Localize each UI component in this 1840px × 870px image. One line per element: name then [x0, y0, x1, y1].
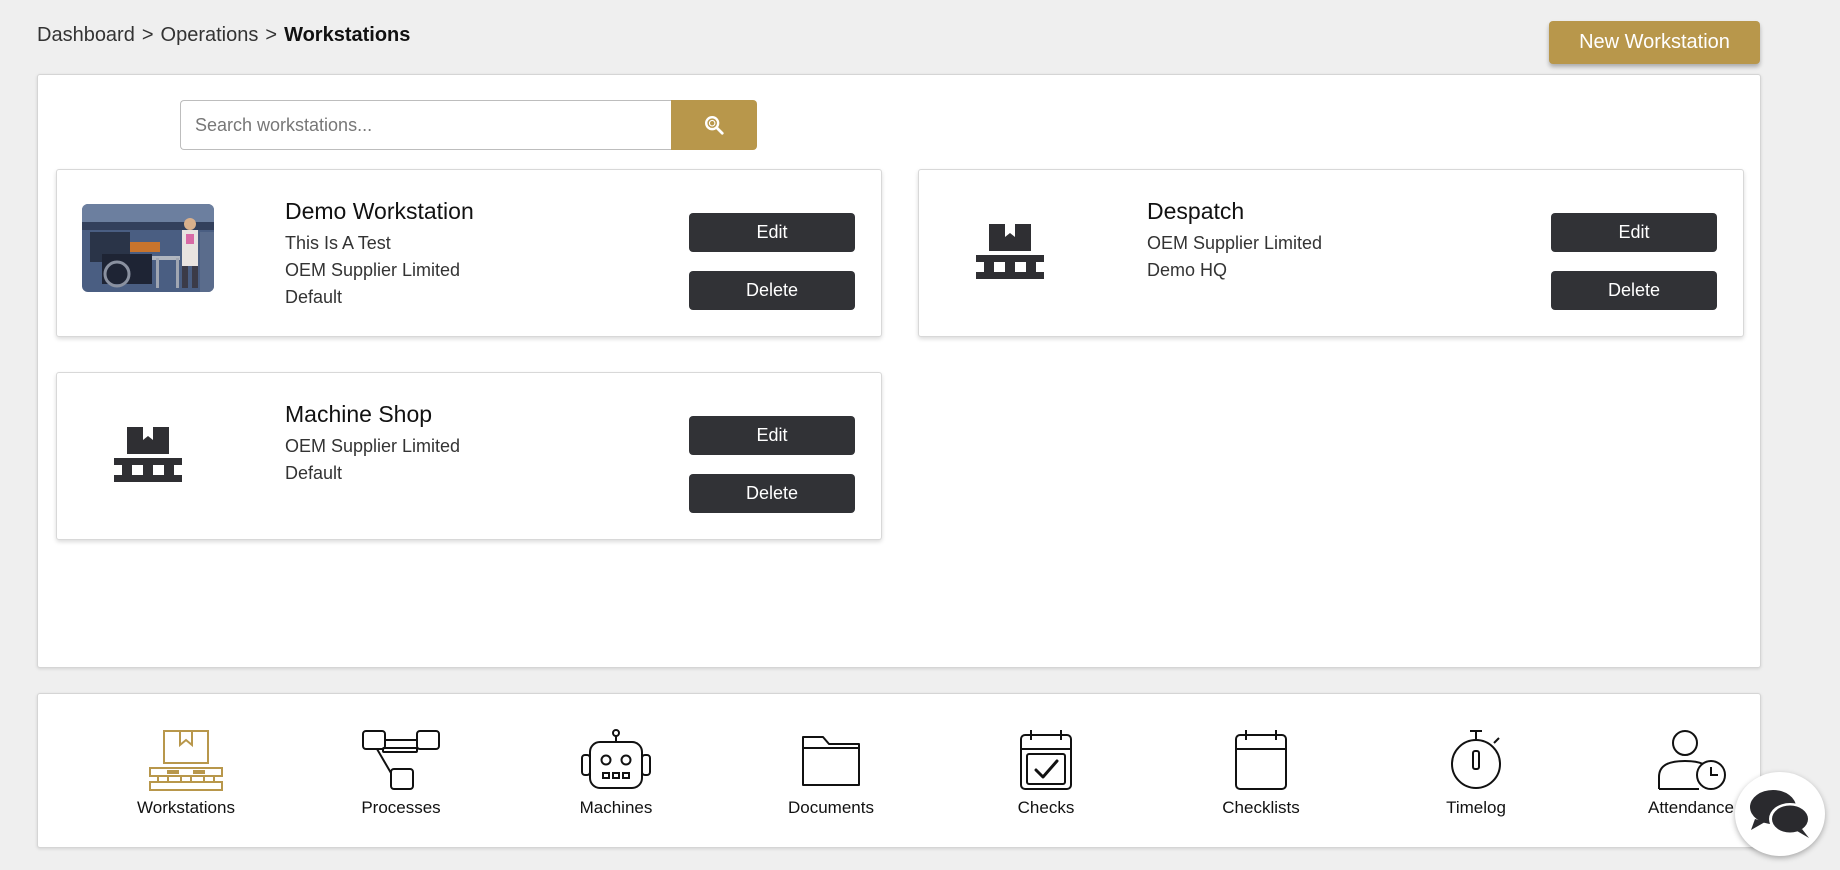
- nav-item-processes[interactable]: Processes: [321, 729, 481, 818]
- robot-icon: [581, 729, 651, 789]
- edit-button[interactable]: Edit: [689, 213, 855, 252]
- nav-item-workstations[interactable]: Workstations: [106, 729, 266, 818]
- search-input[interactable]: [180, 100, 673, 150]
- nav-label: Checklists: [1222, 798, 1300, 817]
- delete-button[interactable]: Delete: [1551, 271, 1717, 310]
- nav-item-checks[interactable]: Checks: [966, 729, 1126, 818]
- new-workstation-button[interactable]: New Workstation: [1549, 21, 1760, 64]
- nav-item-machines[interactable]: Machines: [536, 729, 696, 818]
- workstations-panel: Demo Workstation This Is A Test OEM Supp…: [37, 74, 1761, 668]
- search-icon: [705, 116, 724, 135]
- workstation-card-machine-shop: Machine Shop OEM Supplier Limited Defaul…: [56, 372, 882, 540]
- workstation-title: Despatch: [1147, 198, 1245, 224]
- breadcrumb-dashboard[interactable]: Dashboard: [37, 24, 135, 46]
- breadcrumb-separator: >: [265, 24, 278, 46]
- workstation-photo: [82, 204, 214, 292]
- workstation-thumbnail: [82, 204, 214, 292]
- nav-label: Documents: [788, 798, 874, 817]
- workstation-card-despatch: Despatch OEM Supplier Limited Demo HQ Ed…: [918, 169, 1744, 337]
- stopwatch-icon: [1451, 730, 1501, 789]
- workstation-description: This Is A Test: [285, 233, 391, 253]
- nav-item-documents[interactable]: Documents: [751, 729, 911, 818]
- processes-icon: [362, 730, 440, 790]
- nav-label: Checks: [1017, 798, 1075, 817]
- chat-bubbles-icon: [1750, 790, 1811, 838]
- breadcrumb-operations[interactable]: Operations: [161, 24, 259, 46]
- workstation-icon: [149, 730, 223, 791]
- delete-button[interactable]: Delete: [689, 474, 855, 513]
- workstation-company: OEM Supplier Limited: [285, 436, 461, 456]
- workstation-company: OEM Supplier Limited: [285, 260, 461, 280]
- breadcrumb-separator: >: [141, 24, 154, 46]
- workstation-icon: [114, 427, 182, 482]
- chat-button[interactable]: [1735, 772, 1825, 856]
- edit-button[interactable]: Edit: [689, 416, 855, 455]
- edit-button[interactable]: Edit: [1551, 213, 1717, 252]
- workstation-site: Default: [285, 463, 343, 483]
- workstation-company: OEM Supplier Limited: [1147, 233, 1323, 253]
- user-clock-icon: [1658, 730, 1726, 790]
- nav-item-timelog[interactable]: Timelog: [1396, 729, 1556, 818]
- nav-label: Machines: [579, 798, 653, 817]
- search-button[interactable]: [671, 100, 757, 150]
- workstation-details: Machine Shop OEM Supplier Limited Defaul…: [285, 401, 460, 487]
- nav-label: Timelog: [1446, 798, 1506, 817]
- nav-item-checklists[interactable]: Checklists: [1181, 729, 1341, 818]
- folder-icon: [802, 736, 860, 786]
- calendar-icon: [1235, 730, 1287, 790]
- delete-button[interactable]: Delete: [689, 271, 855, 310]
- workstation-card-demo-workstation: Demo Workstation This Is A Test OEM Supp…: [56, 169, 882, 337]
- breadcrumb: Dashboard > Operations > Workstations: [37, 24, 410, 47]
- calendar-check-icon: [1020, 730, 1072, 790]
- workstation-site: Demo HQ: [1147, 260, 1228, 280]
- workstation-title: Demo Workstation: [285, 198, 474, 224]
- workstation-details: Despatch OEM Supplier Limited Demo HQ: [1147, 198, 1322, 284]
- nav-label: Processes: [361, 798, 441, 817]
- workstation-site: Default: [285, 287, 343, 307]
- bottom-nav: Workstations Processes Machines Document…: [37, 693, 1761, 848]
- workstation-title: Machine Shop: [285, 401, 433, 427]
- workstation-icon: [976, 224, 1044, 279]
- breadcrumb-current: Workstations: [284, 24, 411, 46]
- nav-label: Workstations: [137, 798, 235, 817]
- workstation-details: Demo Workstation This Is A Test OEM Supp…: [285, 198, 474, 311]
